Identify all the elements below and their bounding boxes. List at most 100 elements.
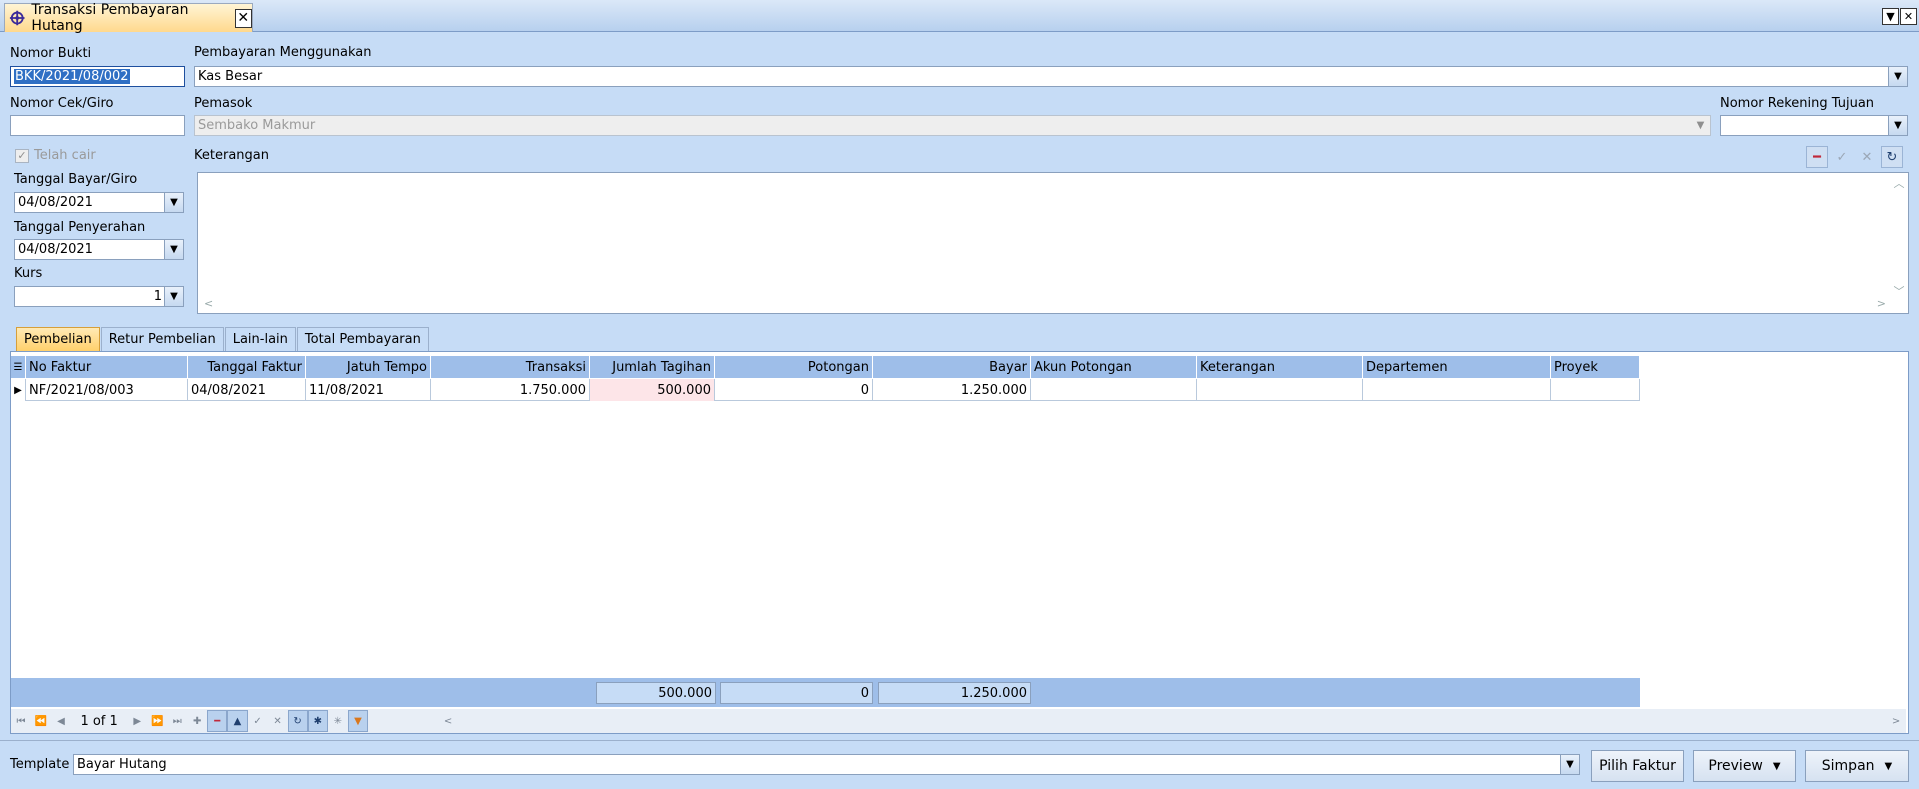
memo-vertical-scrollbar[interactable]: ︿ ﹀ bbox=[1890, 173, 1908, 298]
col-keterangan[interactable]: Keterangan bbox=[1197, 356, 1363, 378]
chevron-down-icon[interactable]: ▼ bbox=[1560, 755, 1579, 774]
cell-keterangan[interactable] bbox=[1197, 379, 1363, 401]
template-combo[interactable]: Bayar Hutang ▼ bbox=[73, 754, 1580, 775]
col-potongan[interactable]: Potongan bbox=[715, 356, 873, 378]
cell-no-faktur[interactable]: NF/2021/08/003 bbox=[26, 379, 188, 401]
grid-navigator: ⏮ ⏪ ◀ 1 of 1 ▶ ⏩ ⏭ ✚ ━ ▲ ✓ ✕ ↻ ✱ ✳ ▼ < > bbox=[11, 709, 1906, 733]
cell-jatuh-tempo[interactable]: 11/08/2021 bbox=[306, 379, 431, 401]
chevron-down-icon[interactable]: ▼ bbox=[1691, 116, 1710, 135]
memo-horizontal-scrollbar[interactable]: < > bbox=[198, 296, 1892, 313]
tab-total-pembayaran[interactable]: Total Pembayaran bbox=[296, 327, 429, 351]
delete-icon[interactable]: ━ bbox=[1806, 146, 1828, 168]
document-tab-title: Transaksi Pembayaran Hutang bbox=[31, 2, 189, 34]
check-icon[interactable]: ✓ bbox=[1831, 146, 1853, 168]
tab-close-icon[interactable]: ✕ bbox=[234, 8, 253, 28]
pilih-faktur-label: Pilih Faktur bbox=[1599, 758, 1676, 774]
post-record-icon[interactable]: ✓ bbox=[248, 710, 268, 732]
col-bayar[interactable]: Bayar bbox=[873, 356, 1031, 378]
tanggal-bayar-picker[interactable]: 04/08/2021 ▼ bbox=[14, 192, 184, 213]
rekening-label: Nomor Rekening Tujuan bbox=[1720, 96, 1875, 111]
tanggal-penyerahan-value: 04/08/2021 bbox=[18, 242, 93, 257]
pilih-faktur-button[interactable]: Pilih Faktur bbox=[1591, 750, 1684, 782]
rekening-combo[interactable]: ▼ bbox=[1720, 115, 1908, 136]
cell-transaksi[interactable]: 1.750.000 bbox=[431, 379, 590, 401]
tanggal-penyerahan-label: Tanggal Penyerahan bbox=[14, 220, 146, 235]
pembayaran-value: Kas Besar bbox=[198, 69, 263, 84]
window-close-icon[interactable]: ✕ bbox=[1900, 8, 1917, 25]
col-akun-potongan[interactable]: Akun Potongan bbox=[1031, 356, 1197, 378]
telah-cair-checkbox[interactable]: ✓ Telah cair bbox=[15, 148, 96, 163]
cell-proyek[interactable] bbox=[1551, 379, 1640, 401]
cell-departemen[interactable] bbox=[1363, 379, 1551, 401]
chevron-down-icon[interactable]: ▼ bbox=[1888, 116, 1907, 135]
chevron-down-icon: ▼ bbox=[1884, 760, 1893, 772]
app-logo-icon bbox=[9, 10, 25, 26]
prev-record-icon[interactable]: ◀ bbox=[51, 710, 71, 732]
page-indicator: 1 of 1 bbox=[80, 713, 118, 729]
keterangan-memo[interactable]: ︿ ﹀ < > bbox=[197, 172, 1909, 314]
document-tab[interactable]: Transaksi Pembayaran Hutang ✕ bbox=[4, 2, 253, 34]
total-potongan: 0 bbox=[720, 682, 873, 704]
keterangan-label: Keterangan bbox=[194, 148, 269, 163]
cell-bayar[interactable]: 1.250.000 bbox=[873, 379, 1031, 401]
cell-tanggal-faktur[interactable]: 04/08/2021 bbox=[188, 379, 306, 401]
first-page-icon[interactable]: ⏮ bbox=[11, 710, 31, 732]
nomor-cek-input[interactable] bbox=[10, 115, 185, 136]
chevron-down-icon[interactable]: ▼ bbox=[164, 240, 183, 259]
cell-jumlah-tagihan[interactable]: 500.000 bbox=[590, 379, 715, 401]
cell-akun-potongan[interactable] bbox=[1031, 379, 1197, 401]
template-label: Template bbox=[10, 757, 70, 772]
window-menu-icon[interactable]: ▼ bbox=[1882, 8, 1899, 25]
chevron-down-icon[interactable]: ▼ bbox=[1888, 67, 1907, 86]
tab-lain-lain[interactable]: Lain-lain bbox=[224, 327, 296, 351]
chevron-down-icon: ▼ bbox=[1772, 760, 1781, 772]
next-record-icon[interactable]: ▶ bbox=[127, 710, 147, 732]
col-proyek[interactable]: Proyek bbox=[1551, 356, 1640, 378]
col-departemen[interactable]: Departemen bbox=[1363, 356, 1551, 378]
cell-potongan[interactable]: 0 bbox=[715, 379, 873, 401]
next-page-icon[interactable]: ⏩ bbox=[147, 710, 167, 732]
preview-button[interactable]: Preview ▼ bbox=[1693, 750, 1796, 782]
scroll-right-icon[interactable]: > bbox=[1886, 710, 1906, 732]
col-tanggal-faktur[interactable]: Tanggal Faktur bbox=[188, 356, 306, 378]
kurs-value: 1 bbox=[153, 289, 162, 304]
table-row[interactable]: ▶ NF/2021/08/003 04/08/2021 11/08/2021 1… bbox=[11, 379, 1640, 401]
close-icon[interactable]: ✕ bbox=[1856, 146, 1878, 168]
chevron-down-icon[interactable]: ▼ bbox=[164, 193, 183, 212]
tanggal-penyerahan-picker[interactable]: 04/08/2021 ▼ bbox=[14, 239, 184, 260]
cancel-record-icon[interactable]: ✕ bbox=[268, 710, 288, 732]
col-transaksi[interactable]: Transaksi bbox=[431, 356, 590, 378]
chevron-down-icon[interactable]: ▼ bbox=[164, 287, 183, 306]
simpan-button[interactable]: Simpan ▼ bbox=[1805, 750, 1909, 782]
refresh-icon[interactable]: ↻ bbox=[287, 710, 308, 732]
scroll-left-icon[interactable]: < bbox=[438, 710, 458, 732]
template-value: Bayar Hutang bbox=[77, 757, 167, 772]
nomor-bukti-input[interactable]: BKK/2021/08/002 bbox=[10, 66, 185, 87]
total-bayar: 1.250.000 bbox=[878, 682, 1031, 704]
pemasok-combo[interactable]: Sembako Makmur ▼ bbox=[194, 115, 1711, 136]
delete-record-icon[interactable]: ━ bbox=[207, 710, 228, 732]
kurs-spinner[interactable]: 1 ▼ bbox=[14, 286, 184, 307]
tab-pembelian[interactable]: Pembelian bbox=[16, 327, 100, 351]
last-page-icon[interactable]: ⏭ bbox=[167, 710, 187, 732]
pembayaran-label: Pembayaran Menggunakan bbox=[194, 45, 372, 60]
prev-page-icon[interactable]: ⏪ bbox=[31, 710, 51, 732]
edit-record-icon[interactable]: ▲ bbox=[227, 710, 248, 732]
preview-label: Preview bbox=[1708, 758, 1763, 774]
bookmark-icon[interactable]: ✱ bbox=[307, 710, 328, 732]
kurs-label: Kurs bbox=[14, 266, 43, 281]
pemasok-label: Pemasok bbox=[194, 96, 253, 111]
pembayaran-combo[interactable]: Kas Besar ▼ bbox=[194, 66, 1908, 87]
col-no-faktur[interactable]: No Faktur bbox=[26, 356, 188, 378]
goto-bookmark-icon[interactable]: ✳ bbox=[328, 710, 348, 732]
checkbox-checked-icon: ✓ bbox=[15, 148, 29, 163]
nomor-bukti-label: Nomor Bukti bbox=[10, 46, 92, 61]
filter-icon[interactable]: ▼ bbox=[347, 710, 369, 732]
col-jumlah-tagihan[interactable]: Jumlah Tagihan bbox=[590, 356, 715, 378]
nomor-cek-label: Nomor Cek/Giro bbox=[10, 96, 114, 111]
tab-retur-pembelian[interactable]: Retur Pembelian bbox=[100, 327, 224, 351]
col-jatuh-tempo[interactable]: Jatuh Tempo bbox=[306, 356, 431, 378]
refresh-icon[interactable]: ↻ bbox=[1881, 146, 1903, 168]
insert-record-icon[interactable]: ✚ bbox=[187, 710, 207, 732]
column-chooser-icon[interactable]: ☰ bbox=[11, 356, 26, 378]
